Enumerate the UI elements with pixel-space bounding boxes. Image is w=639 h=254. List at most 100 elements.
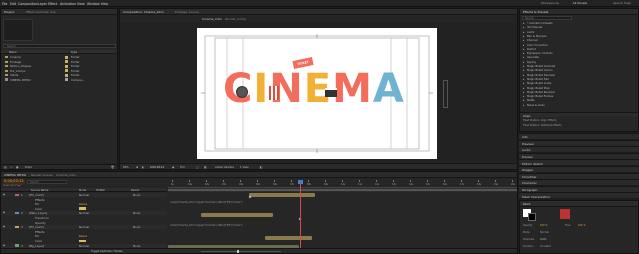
delete-icon[interactable]: 🗑 <box>111 166 114 169</box>
layer-name[interactable]: Fill <box>35 234 39 238</box>
disclosure-triangle-icon[interactable]: ▸ <box>523 82 524 85</box>
grid-icon[interactable]: ⊞ <box>136 166 138 169</box>
collapsed-panel[interactable]: Character <box>519 179 639 185</box>
disclosure-triangle-icon[interactable]: ▸ <box>523 74 524 77</box>
property-row[interactable]: Color <box>1 207 167 211</box>
menu-window[interactable]: Window <box>87 2 100 6</box>
view-layout-select[interactable]: 1 View <box>240 166 249 169</box>
expression-line-1[interactable]: comp("Cinema_Intro").layer("Controls").e… <box>170 201 242 204</box>
tab-effect-controls[interactable]: Effect Controls: Clip <box>26 10 56 14</box>
project-item[interactable]: Cinema Folder <box>3 55 115 59</box>
brush-preview[interactable] <box>560 209 570 219</box>
collapsed-panel[interactable]: Motion Sketch <box>519 159 639 166</box>
viewer-timecode[interactable]: 0;00;03;12 <box>150 166 164 169</box>
layer-name[interactable]: [Fill_ment] <box>29 193 44 197</box>
project-item[interactable]: Pre_Comps Folder <box>3 69 115 73</box>
menu-file[interactable]: File <box>2 2 7 6</box>
layer-label-color[interactable] <box>15 244 19 247</box>
collapsed-panel[interactable]: Paragraph <box>519 185 639 192</box>
brush-opacity-value[interactable]: 100 % <box>540 224 548 227</box>
layer-parent[interactable]: None <box>133 225 140 229</box>
property-row[interactable]: Effects <box>1 198 167 202</box>
disclosure-triangle-icon[interactable]: ▸ <box>523 35 524 38</box>
collapsed-panel[interactable]: Wiggler <box>519 166 639 172</box>
disclosure-triangle-icon[interactable]: ▸ <box>523 44 524 47</box>
disclosure-triangle-icon[interactable]: ▸ <box>523 61 524 64</box>
timeline-search-input[interactable]: Search <box>27 180 67 184</box>
disclosure-triangle-icon[interactable]: ▸ <box>523 91 524 94</box>
tab-project[interactable]: Project <box>4 10 14 14</box>
disclosure-triangle-icon[interactable]: ▸ <box>523 22 524 25</box>
layer-1-bar[interactable] <box>249 193 315 197</box>
zoom-slider-knob[interactable] <box>237 250 239 253</box>
new-folder-icon[interactable]: ▭ <box>10 166 12 169</box>
color-swatch[interactable] <box>79 207 86 211</box>
disclosure-triangle-icon[interactable]: ▸ <box>523 26 524 29</box>
col-name[interactable]: Name <box>9 51 17 54</box>
effects-search-input[interactable]: Search <box>522 16 572 20</box>
property-row[interactable]: Opacity <box>1 221 167 225</box>
layer-row[interactable]: ◉ 2 [Main_Layer] Normal None <box>1 211 167 216</box>
collapsed-panel[interactable]: Tracker <box>519 152 639 159</box>
align-line[interactable]: Fixed Position: Align: Effects <box>523 119 557 122</box>
layer-name[interactable]: [Main_Layer] <box>29 211 47 215</box>
brush-duration-select[interactable]: Constant <box>540 245 551 248</box>
collapsed-panel[interactable]: Preview <box>519 139 639 146</box>
help-search[interactable]: Search Help <box>613 1 631 5</box>
layer-mode[interactable]: Normal <box>79 244 89 248</box>
col-mode[interactable]: Mode <box>79 189 86 192</box>
property-row[interactable]: Fill Reset <box>1 234 167 238</box>
layer-mode[interactable]: Reset <box>79 234 87 238</box>
playhead[interactable] <box>300 180 301 249</box>
project-item[interactable]: Motion_Shapes Folder <box>3 64 115 68</box>
layer-row[interactable]: ◉ 1 [Fill_ment] Normal None <box>1 193 167 197</box>
composition-frame[interactable]: CINEMA TICKET <box>197 28 437 159</box>
disclosure-triangle-icon[interactable]: ▸ <box>523 69 524 72</box>
property-row[interactable]: Color <box>1 239 167 243</box>
distribute-line[interactable]: Fixed Position: Distribute Effects <box>523 124 562 127</box>
col-type[interactable]: Type <box>71 51 77 54</box>
disclosure-triangle-icon[interactable]: ▸ <box>523 87 524 90</box>
layer-name[interactable]: Color <box>35 207 42 211</box>
layer-name[interactable]: [Bg_Layer] <box>29 244 44 248</box>
visibility-eye-icon[interactable]: ◉ <box>3 211 5 214</box>
col-trkmat[interactable]: TrkMat <box>96 189 105 192</box>
toggle-switches-modes[interactable]: Toggle Switches / Modes <box>91 250 123 253</box>
layer-name[interactable]: Transform <box>35 216 49 220</box>
project-item[interactable]: Footage Folder <box>3 60 115 64</box>
tab-footage[interactable]: Footage: (none) <box>175 10 199 14</box>
menu-effect[interactable]: Effect <box>48 2 57 6</box>
menu-composition[interactable]: Composition <box>18 2 38 6</box>
layer-name[interactable]: Opacity <box>35 221 46 225</box>
tab-paint[interactable]: Paint <box>523 202 530 206</box>
zoom-select[interactable]: 50% <box>123 166 129 169</box>
resolution-select[interactable]: Full <box>180 166 184 169</box>
visibility-eye-icon[interactable]: ◉ <box>3 225 5 228</box>
collapsed-panel[interactable]: Mask Interpolation <box>519 192 639 199</box>
camera-icon[interactable]: ◉ <box>172 166 174 169</box>
property-row[interactable]: Fill Reset <box>1 202 167 206</box>
layer-name[interactable]: Fill <box>35 202 39 206</box>
region-icon[interactable]: ▢ <box>196 166 198 169</box>
disclosure-triangle-icon[interactable]: ▸ <box>523 104 524 107</box>
disclosure-triangle-icon[interactable]: ▸ <box>523 39 524 42</box>
layer-name[interactable]: Color <box>35 239 42 243</box>
layer-parent[interactable]: None <box>133 193 140 197</box>
disclosure-triangle-icon[interactable]: ▸ <box>523 65 524 68</box>
snapshot-icon[interactable]: ◧ <box>260 166 262 169</box>
disclosure-triangle-icon[interactable]: ▸ <box>523 78 524 81</box>
mask-icon[interactable]: ◐ <box>142 166 144 169</box>
work-area-range[interactable] <box>168 189 517 191</box>
layer-name[interactable]: Effects <box>35 230 45 234</box>
disclosure-triangle-icon[interactable]: ▸ <box>523 95 524 98</box>
menu-help[interactable]: Help <box>101 2 108 6</box>
layer-label-color[interactable] <box>15 193 19 196</box>
layer-name[interactable]: Effects <box>35 198 45 202</box>
menu-layer[interactable]: Layer <box>38 2 47 6</box>
disclosure-triangle-icon[interactable]: ▸ <box>523 31 524 34</box>
tab-cinema-intro[interactable]: Cinema_Intro <box>56 173 76 177</box>
project-item[interactable]: Solids Folder <box>3 73 115 77</box>
layer-parent[interactable]: None <box>133 211 140 215</box>
project-item[interactable]: CINEMA INTRO Compos... <box>3 78 115 82</box>
disclosure-triangle-icon[interactable]: ▸ <box>523 99 524 102</box>
